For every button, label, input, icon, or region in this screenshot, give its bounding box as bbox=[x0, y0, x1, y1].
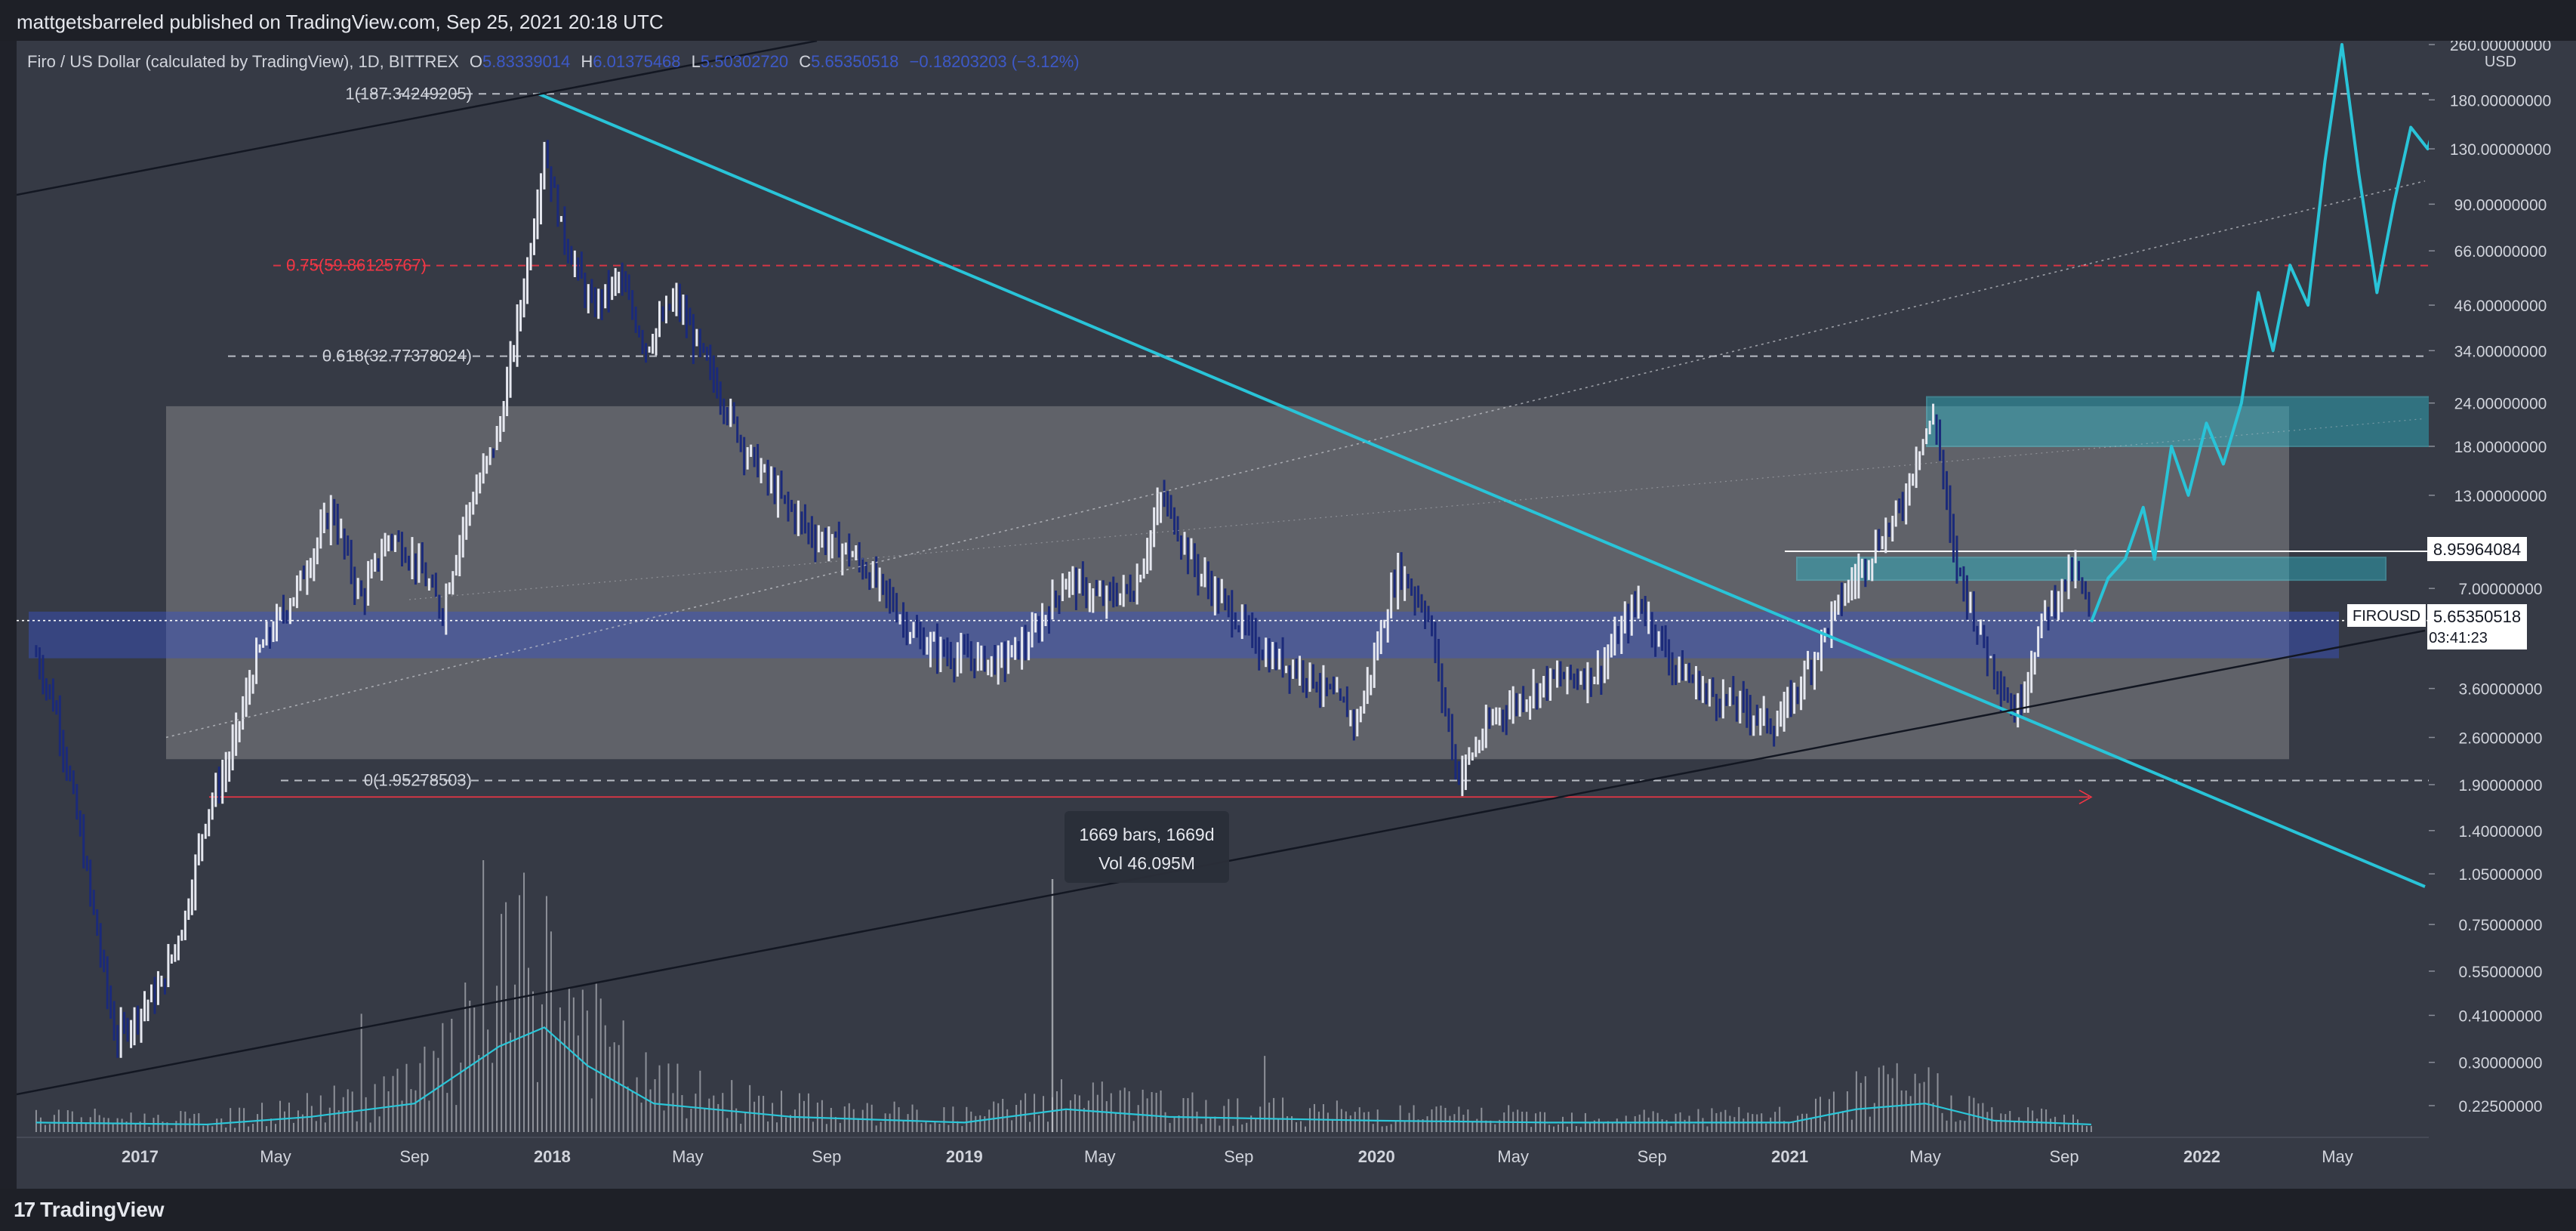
y-tick-label: 0.55000000 bbox=[2459, 964, 2543, 981]
tooltip-bars: 1669 bars, 1669d bbox=[1079, 825, 1214, 844]
countdown-text: 03:41:23 bbox=[2429, 630, 2488, 646]
publish-info: mattgetsbarreled published on TradingVie… bbox=[17, 11, 664, 33]
x-tick-label: May bbox=[672, 1147, 704, 1166]
high-label: H bbox=[581, 52, 593, 71]
x-tick-label: 2017 bbox=[122, 1147, 159, 1166]
y-tick-label: 0.22500000 bbox=[2459, 1098, 2543, 1115]
x-tick-label: Sep bbox=[1224, 1147, 1253, 1166]
y-tick-label: 2.60000000 bbox=[2459, 730, 2543, 747]
x-tick-label: May bbox=[2322, 1147, 2353, 1166]
y-tick-label: 1.05000000 bbox=[2459, 866, 2543, 884]
low-value: 5.50302720 bbox=[701, 52, 788, 71]
legend-symbol: Firo / US Dollar (calculated by TradingV… bbox=[27, 52, 1080, 71]
x-tick-label: Sep bbox=[1638, 1147, 1667, 1166]
y-tick-label: 0.75000000 bbox=[2459, 917, 2543, 934]
change-value: −0.18203203 (−3.12%) bbox=[910, 52, 1080, 71]
y-tick-label: 34.00000000 bbox=[2454, 343, 2547, 360]
y-tick-label: 1.90000000 bbox=[2459, 777, 2543, 794]
y-tick-label: 180.00000000 bbox=[2450, 92, 2551, 110]
ticker-label: FIROUSD bbox=[2347, 604, 2426, 627]
top-bar: mattgetsbarreled published on TradingVie… bbox=[0, 0, 2576, 41]
open-value: 5.83339014 bbox=[482, 52, 570, 71]
x-tick-label: May bbox=[1909, 1147, 1941, 1166]
x-tick-label: 2019 bbox=[946, 1147, 983, 1166]
fib-level-label: 0.75(59.86125767) bbox=[286, 256, 427, 275]
support-zone bbox=[29, 611, 2339, 659]
logo-mark: 17 bbox=[14, 1198, 35, 1221]
y-tick-label: 46.00000000 bbox=[2454, 298, 2547, 315]
fib-level-label: 1(187.34249205) bbox=[345, 84, 472, 103]
x-tick-label: May bbox=[260, 1147, 291, 1166]
close-value: 5.65350518 bbox=[811, 52, 898, 71]
fib-level-label: 0(1.95278503) bbox=[364, 770, 472, 789]
ticker-text: FIROUSD bbox=[2353, 608, 2420, 625]
x-tick-label: Sep bbox=[812, 1147, 841, 1166]
symbol-name: Firo / US Dollar (calculated by TradingV… bbox=[27, 52, 459, 71]
x-tick-label: 2021 bbox=[1771, 1147, 1808, 1166]
last-price-label: 5.65350518 03:41:23 bbox=[2427, 604, 2527, 649]
fib-level-label: 0.618(32.77378024) bbox=[322, 347, 472, 366]
measure-tooltip: 1669 bars, 1669d Vol 46.095M bbox=[1065, 811, 1229, 883]
low-label: L bbox=[692, 52, 701, 71]
high-value: 6.01375468 bbox=[593, 52, 680, 71]
x-tick-label: Sep bbox=[399, 1147, 429, 1166]
resistance-zone-upper bbox=[1926, 396, 2441, 447]
open-label: O bbox=[470, 52, 482, 71]
x-tick-label: 2018 bbox=[534, 1147, 571, 1166]
resistance-zone-lower bbox=[1796, 557, 2386, 582]
close-label: C bbox=[799, 52, 811, 71]
y-tick-label: 260.00000000 bbox=[2450, 41, 2551, 54]
y-tick-label: 66.00000000 bbox=[2454, 243, 2547, 261]
y-tick-label: 90.00000000 bbox=[2454, 196, 2547, 214]
consolidation-range bbox=[166, 406, 2289, 760]
last-price-text: 5.65350518 bbox=[2433, 607, 2521, 626]
y-tick-label: 0.41000000 bbox=[2459, 1007, 2543, 1025]
price-chart[interactable]: 1(187.34249205) 0.75(59.86125767) 0.618(32… bbox=[16, 37, 2576, 1189]
bottom-bar: 17 TradingView bbox=[0, 1189, 2576, 1231]
y-tick-label: 18.00000000 bbox=[2454, 439, 2547, 456]
x-tick-label: May bbox=[1084, 1147, 1116, 1166]
tooltip-volume: Vol 46.095M bbox=[1098, 853, 1195, 873]
chart-area[interactable]: 1(187.34249205) 0.75(59.86125767) 0.618(32… bbox=[16, 37, 2576, 1189]
x-tick-label: Sep bbox=[2049, 1147, 2078, 1166]
y-tick-label: 24.00000000 bbox=[2454, 396, 2547, 413]
logo-text: TradingView bbox=[40, 1198, 165, 1221]
currency-label: USD bbox=[2485, 54, 2516, 70]
y-tick-label: 1.40000000 bbox=[2459, 823, 2543, 841]
y-tick-label: 3.60000000 bbox=[2459, 681, 2543, 699]
y-tick-label: 13.00000000 bbox=[2454, 488, 2547, 505]
y-tick-label: 130.00000000 bbox=[2450, 141, 2551, 159]
tradingview-logo[interactable]: 17 TradingView bbox=[14, 1198, 165, 1222]
x-tick-label: 2022 bbox=[2183, 1147, 2220, 1166]
y-tick-label: 7.00000000 bbox=[2459, 581, 2543, 598]
y-tick-label: 0.30000000 bbox=[2459, 1055, 2543, 1072]
level-price-text: 8.95964084 bbox=[2433, 540, 2521, 559]
x-tick-label: 2020 bbox=[1358, 1147, 1395, 1166]
price-label-level: 8.95964084 bbox=[2427, 537, 2527, 561]
x-tick-label: May bbox=[1497, 1147, 1529, 1166]
